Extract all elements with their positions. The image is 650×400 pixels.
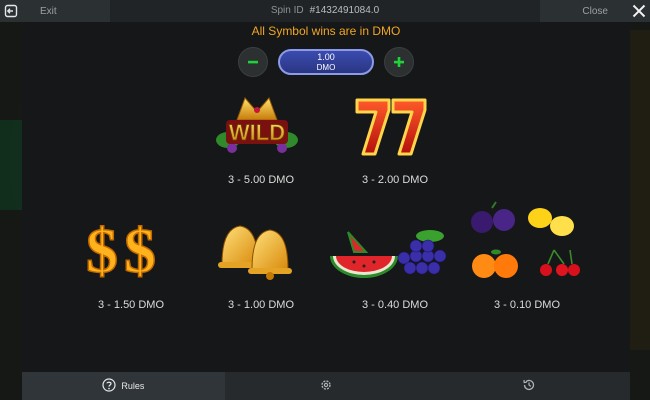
spin-id-label: Spin ID — [270, 5, 304, 16]
watermelon-grapes-icon — [326, 222, 452, 282]
close-button[interactable]: Close — [540, 0, 650, 22]
watermelon-payout: 3 - 0.40 DMO — [362, 299, 429, 311]
gear-icon — [319, 378, 333, 394]
tab-history[interactable] — [427, 372, 631, 400]
fruits-payout: 3 - 0.10 DMO — [494, 299, 561, 311]
svg-text:$: $ — [86, 215, 118, 282]
fruits-mix-icon — [468, 200, 586, 286]
symbol-wins-info: All Symbol wins are in DMO — [251, 24, 401, 38]
history-icon — [522, 378, 536, 394]
increase-bet-button[interactable] — [384, 47, 414, 77]
close-icon[interactable] — [628, 0, 650, 22]
rules-panel: All Symbol wins are in DMO 1.00 DMO WILD… — [22, 22, 630, 372]
bet-value-display: 1.00 DMO — [278, 49, 374, 75]
bet-selector: 1.00 DMO — [22, 47, 630, 77]
background-table-right — [628, 30, 650, 350]
background-table-left — [0, 120, 22, 210]
svg-text:$: $ — [124, 215, 156, 282]
orange-icon — [472, 249, 518, 278]
top-bar: Exit Spin ID #1432491084.0 Close — [0, 0, 650, 22]
decrease-bet-button[interactable] — [238, 47, 268, 77]
seven-payout: 3 - 2.00 DMO — [362, 174, 429, 186]
cherry-icon — [540, 249, 580, 276]
dollar-sign-icon: $ $ — [78, 212, 166, 282]
bells-payout: 3 - 1.00 DMO — [228, 299, 295, 311]
exit-label[interactable]: Exit — [40, 6, 57, 17]
svg-text:WILD: WILD — [229, 120, 285, 145]
close-label[interactable]: Close — [582, 6, 608, 17]
bet-currency: DMO — [316, 62, 336, 72]
exit-icon[interactable] — [0, 0, 22, 22]
tab-rules-label[interactable]: Rules — [121, 381, 144, 391]
help-circle-icon — [102, 378, 116, 394]
spin-id-value: #1432491084.0 — [309, 5, 380, 16]
lucky-seven-icon — [347, 92, 437, 164]
tab-rules[interactable]: Rules — [22, 372, 225, 400]
tab-settings[interactable] — [224, 372, 428, 400]
wild-crown-icon: WILD — [212, 90, 302, 162]
bottom-tabs: Rules — [22, 372, 631, 400]
exit-button[interactable]: Exit — [0, 0, 110, 22]
plus-icon — [394, 57, 404, 67]
lemon-icon — [528, 208, 574, 236]
bet-value: 1.00 — [317, 51, 335, 62]
bells-icon — [208, 214, 302, 282]
plum-icon — [471, 201, 515, 233]
minus-icon — [248, 60, 258, 64]
wild-payout: 3 - 5.00 DMO — [228, 174, 295, 186]
dollar-payout: 3 - 1.50 DMO — [98, 299, 165, 311]
